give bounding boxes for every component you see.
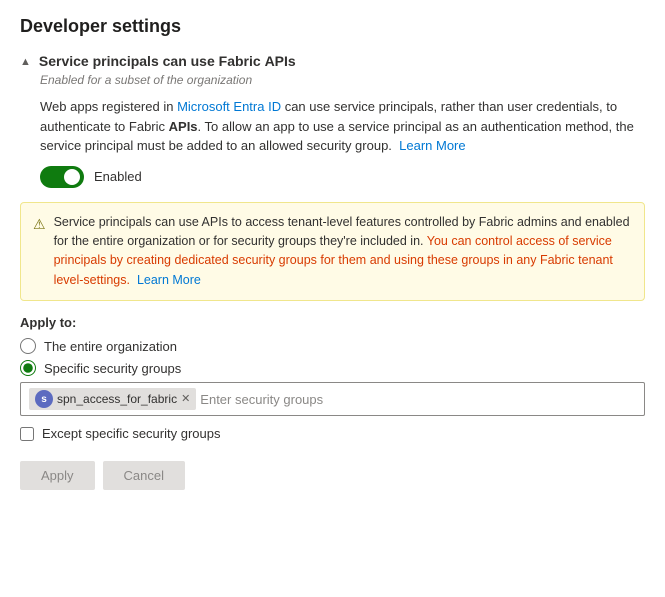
- radio-specific-groups[interactable]: [20, 360, 36, 376]
- learn-more-link-2[interactable]: Learn More: [137, 273, 201, 287]
- security-group-tag: s spn_access_for_fabric ✕: [29, 388, 196, 410]
- tag-remove-button[interactable]: ✕: [181, 394, 190, 405]
- tag-label: spn_access_for_fabric: [57, 392, 177, 406]
- radio-entire-org-label[interactable]: The entire organization: [44, 339, 177, 354]
- warning-icon: ⚠: [33, 214, 46, 291]
- except-checkbox[interactable]: [20, 427, 34, 441]
- section-description: Web apps registered in Microsoft Entra I…: [40, 97, 645, 156]
- collapse-icon[interactable]: ▲: [20, 56, 31, 68]
- entra-id-link[interactable]: Microsoft Entra ID: [177, 99, 281, 114]
- apply-button[interactable]: Apply: [20, 461, 95, 490]
- page-title: Developer settings: [20, 16, 645, 37]
- button-row: Apply Cancel: [20, 461, 645, 490]
- cancel-button[interactable]: Cancel: [103, 461, 185, 490]
- toggle-label: Enabled: [94, 169, 142, 184]
- security-groups-input[interactable]: s spn_access_for_fabric ✕ Enter security…: [20, 382, 645, 416]
- info-box-text: Service principals can use APIs to acces…: [54, 213, 632, 291]
- info-box: ⚠ Service principals can use APIs to acc…: [20, 202, 645, 302]
- section-subtitle: Enabled for a subset of the organization: [40, 73, 645, 87]
- section-title: Service principals can use Fabric APIs: [39, 53, 296, 69]
- learn-more-link-1[interactable]: Learn More: [399, 138, 465, 153]
- tag-avatar: s: [35, 390, 53, 408]
- except-checkbox-label[interactable]: Except specific security groups: [42, 426, 220, 441]
- radio-entire-org[interactable]: [20, 338, 36, 354]
- apply-to-label: Apply to:: [20, 315, 645, 330]
- radio-specific-groups-label[interactable]: Specific security groups: [44, 361, 181, 376]
- enabled-toggle[interactable]: [40, 166, 84, 188]
- security-groups-placeholder: Enter security groups: [200, 392, 323, 407]
